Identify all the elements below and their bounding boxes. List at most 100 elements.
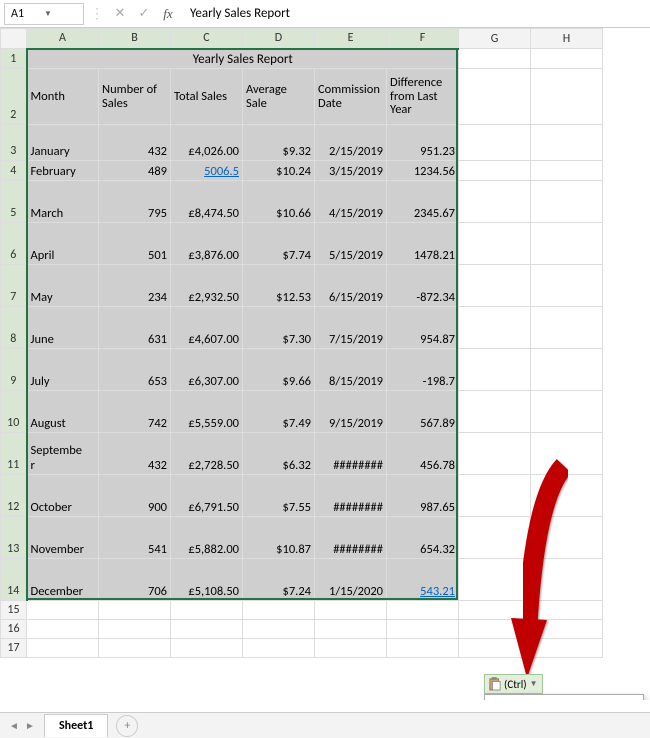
cell-C3[interactable]: £4,026.00 — [171, 125, 243, 161]
col-header-B[interactable]: B — [99, 29, 171, 49]
cell-A10[interactable]: August — [27, 391, 99, 433]
cell-C4[interactable]: 5006.5 — [171, 161, 243, 181]
cell-H15[interactable] — [531, 601, 603, 620]
paste-smart-tag[interactable]: (Ctrl) ▼ — [484, 674, 543, 694]
cell-E6[interactable]: 5/15/2019 — [315, 223, 387, 265]
cell-F7[interactable]: -872.34 — [387, 265, 459, 307]
cell-D12[interactable]: $7.55 — [243, 475, 315, 517]
cell-G15[interactable] — [459, 601, 531, 620]
cell-E2[interactable]: CommissionDate — [315, 69, 387, 125]
cell-H17[interactable] — [531, 639, 603, 658]
cell-F12[interactable]: 987.65 — [387, 475, 459, 517]
cell-B3[interactable]: 432 — [99, 125, 171, 161]
cell-D14[interactable]: $7.24 — [243, 559, 315, 601]
add-sheet-button[interactable]: + — [116, 715, 138, 737]
cell-E11[interactable]: ######## — [315, 433, 387, 475]
cell-C15[interactable] — [171, 601, 243, 620]
cell-B17[interactable] — [99, 639, 171, 658]
cell-A17[interactable] — [27, 639, 99, 658]
cell-C14[interactable]: £5,108.50 — [171, 559, 243, 601]
cell-F14[interactable]: 543.21 — [387, 559, 459, 601]
cell-C13[interactable]: £5,882.00 — [171, 517, 243, 559]
cell-B16[interactable] — [99, 620, 171, 639]
cell-A11[interactable]: September — [27, 433, 99, 475]
cell-G17[interactable] — [459, 639, 531, 658]
cell-C12[interactable]: £6,791.50 — [171, 475, 243, 517]
cell-E7[interactable]: 6/15/2019 — [315, 265, 387, 307]
col-header-E[interactable]: E — [315, 29, 387, 49]
cell-A16[interactable] — [27, 620, 99, 639]
cell-A1[interactable]: Yearly Sales Report — [27, 49, 459, 69]
row-header-16[interactable]: 16 — [1, 620, 27, 639]
cell-H2[interactable] — [531, 69, 603, 125]
row-header-7[interactable]: 7 — [1, 265, 27, 307]
row-header-3[interactable]: 3 — [1, 125, 27, 161]
cell-F15[interactable] — [387, 601, 459, 620]
cell-F3[interactable]: 951.23 — [387, 125, 459, 161]
cell-G12[interactable] — [459, 475, 531, 517]
confirm-button[interactable]: ✓ — [134, 3, 154, 25]
cell-D5[interactable]: $10.66 — [243, 181, 315, 223]
cell-E13[interactable]: ######## — [315, 517, 387, 559]
fx-button[interactable]: fx — [158, 3, 178, 25]
cell-E10[interactable]: 9/15/2019 — [315, 391, 387, 433]
cell-B5[interactable]: 795 — [99, 181, 171, 223]
cell-F13[interactable]: 654.32 — [387, 517, 459, 559]
cancel-button[interactable]: ✕ — [110, 3, 130, 25]
cell-G6[interactable] — [459, 223, 531, 265]
cell-C7[interactable]: £2,932.50 — [171, 265, 243, 307]
cell-H9[interactable] — [531, 349, 603, 391]
cell-A3[interactable]: January — [27, 125, 99, 161]
cell-E15[interactable] — [315, 601, 387, 620]
cell-G2[interactable] — [459, 69, 531, 125]
row-header-14[interactable]: 14 — [1, 559, 27, 601]
cell-G9[interactable] — [459, 349, 531, 391]
cell-A9[interactable]: July — [27, 349, 99, 391]
cell-B13[interactable]: 541 — [99, 517, 171, 559]
cell-H7[interactable] — [531, 265, 603, 307]
cell-A8[interactable]: June — [27, 307, 99, 349]
cell-G10[interactable] — [459, 391, 531, 433]
row-header-2[interactable]: 2 — [1, 69, 27, 125]
cell-G4[interactable] — [459, 161, 531, 181]
cell-D6[interactable]: $7.74 — [243, 223, 315, 265]
cell-H8[interactable] — [531, 307, 603, 349]
cell-A15[interactable] — [27, 601, 99, 620]
chevron-down-icon[interactable]: ▼ — [44, 9, 77, 19]
select-all[interactable] — [1, 29, 27, 49]
cell-G16[interactable] — [459, 620, 531, 639]
row-header-11[interactable]: 11 — [1, 433, 27, 475]
cell-F11[interactable]: 456.78 — [387, 433, 459, 475]
cell-H3[interactable] — [531, 125, 603, 161]
row-header-5[interactable]: 5 — [1, 181, 27, 223]
cell-G13[interactable] — [459, 517, 531, 559]
cell-C9[interactable]: £6,307.00 — [171, 349, 243, 391]
cell-B2[interactable]: Number ofSales — [99, 69, 171, 125]
cell-C8[interactable]: £4,607.00 — [171, 307, 243, 349]
cell-A13[interactable]: November — [27, 517, 99, 559]
sheet-tab[interactable]: Sheet1 — [44, 714, 108, 737]
cell-D13[interactable]: $10.87 — [243, 517, 315, 559]
cell-F17[interactable] — [387, 639, 459, 658]
cell-F2[interactable]: Differencefrom LastYear — [387, 69, 459, 125]
cell-B15[interactable] — [99, 601, 171, 620]
cell-A7[interactable]: May — [27, 265, 99, 307]
col-header-D[interactable]: D — [243, 29, 315, 49]
row-header-4[interactable]: 4 — [1, 161, 27, 181]
cell-H14[interactable] — [531, 559, 603, 601]
row-header-12[interactable]: 12 — [1, 475, 27, 517]
row-header-6[interactable]: 6 — [1, 223, 27, 265]
cell-D11[interactable]: $6.32 — [243, 433, 315, 475]
cell-D3[interactable]: $9.32 — [243, 125, 315, 161]
row-header-10[interactable]: 10 — [1, 391, 27, 433]
cell-B8[interactable]: 631 — [99, 307, 171, 349]
cell-F6[interactable]: 1478.21 — [387, 223, 459, 265]
cell-D8[interactable]: $7.30 — [243, 307, 315, 349]
cell-E4[interactable]: 3/15/2019 — [315, 161, 387, 181]
row-header-9[interactable]: 9 — [1, 349, 27, 391]
cell-H13[interactable] — [531, 517, 603, 559]
cell-H5[interactable] — [531, 181, 603, 223]
cell-H1[interactable] — [531, 49, 603, 69]
cell-F4[interactable]: 1234.56 — [387, 161, 459, 181]
cell-A2[interactable]: Month — [27, 69, 99, 125]
